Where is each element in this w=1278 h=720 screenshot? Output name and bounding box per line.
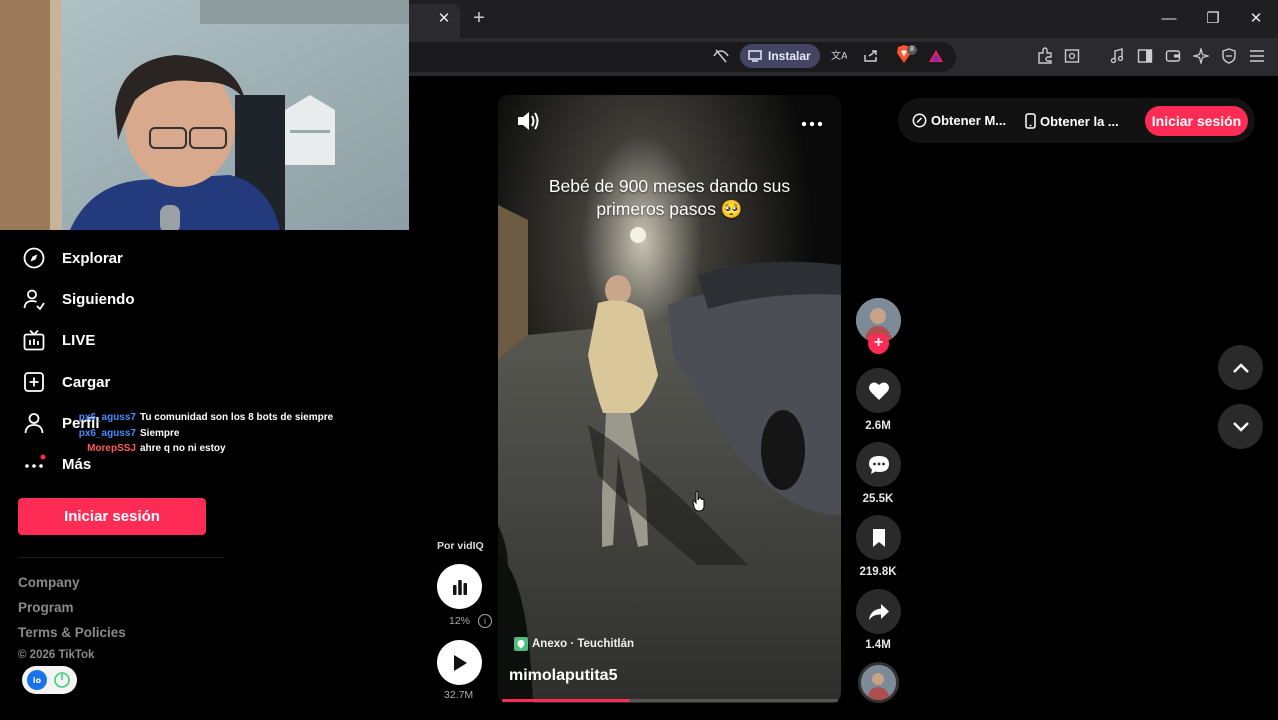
install-label: Instalar xyxy=(768,49,811,63)
chat-text: ahre q no ni estoy xyxy=(140,443,226,454)
bookmark-icon xyxy=(872,528,885,547)
video-caption: Bebé de 900 meses dando sus primeros pas… xyxy=(548,176,791,219)
share-icon[interactable] xyxy=(860,45,882,67)
play-icon xyxy=(453,654,467,671)
more-options-icon[interactable] xyxy=(800,116,824,127)
sidebar-item-cargar[interactable]: Cargar xyxy=(22,367,110,397)
window-minimize-button[interactable]: — xyxy=(1158,8,1180,30)
extension-toggle[interactable]: io xyxy=(22,666,77,694)
save-count: 219.8K xyxy=(859,566,897,578)
monitor-icon xyxy=(748,50,762,62)
get-app-link[interactable]: Obtener la ... xyxy=(1025,113,1119,129)
play-button[interactable] xyxy=(437,640,482,685)
compass-icon xyxy=(23,247,45,269)
phone-icon xyxy=(1025,113,1036,129)
chat-username: MorepSSJ xyxy=(87,443,136,454)
comment-button[interactable] xyxy=(856,442,901,487)
stream-chat-overlay: px6_aguss7 Tu comunidad son los 8 bots de… xyxy=(60,410,333,457)
sidebar-item-label: Cargar xyxy=(62,373,111,391)
sidebar-divider xyxy=(18,557,224,558)
sidebar-item-label: LIVE xyxy=(62,331,96,349)
vidiq-percent: 12% xyxy=(449,615,471,627)
like-count: 2.6M xyxy=(865,420,891,432)
brave-rewards-icon[interactable] xyxy=(925,45,947,67)
upload-plus-icon xyxy=(24,372,44,392)
more-dots-icon xyxy=(25,454,46,468)
chat-text: Siempre xyxy=(140,427,180,439)
comment-icon xyxy=(868,455,889,474)
window-maximize-button[interactable]: ❐ xyxy=(1202,8,1224,30)
video-progress-fill xyxy=(502,699,630,702)
live-tv-icon xyxy=(23,329,45,351)
video-progress-bar[interactable] xyxy=(502,699,838,702)
chat-message: px6_aguss7 Siempre xyxy=(60,426,333,442)
save-button[interactable] xyxy=(856,515,901,560)
heart-icon xyxy=(868,381,889,400)
view-count: 32.7M xyxy=(444,689,474,701)
chat-username: px6_aguss7 xyxy=(78,412,136,423)
get-coins-label: Obtener M... xyxy=(931,113,1007,128)
next-video-button[interactable] xyxy=(1218,404,1263,449)
sidebar-login-button[interactable]: Iniciar sesión xyxy=(18,498,206,535)
get-coins-link[interactable]: Obtener M... xyxy=(912,113,1006,128)
chat-message: MorepSSJ ahre q no ni estoy xyxy=(60,441,333,457)
leo-ai-icon[interactable] xyxy=(1190,45,1212,67)
get-app-label: Obtener la ... xyxy=(1040,113,1119,129)
like-button[interactable] xyxy=(856,368,901,413)
menu-hamburger-icon[interactable] xyxy=(1246,45,1268,67)
video-location[interactable]: Anexo · Teuchitlán xyxy=(514,636,634,652)
chevron-down-icon xyxy=(1232,421,1249,432)
vidiq-label: Por vidIQ xyxy=(437,540,484,552)
sidebar-item-live[interactable]: LIVE xyxy=(22,325,95,355)
reader-icon[interactable] xyxy=(1061,45,1083,67)
vidiq-stats-button[interactable] xyxy=(437,564,482,609)
chat-text: Tu comunidad son los 8 bots de siempre xyxy=(140,412,334,423)
share-count: 1.4M xyxy=(865,639,891,651)
chat-message: px6_aguss7 Tu comunidad son los 8 bots de… xyxy=(60,410,333,426)
bar-chart-icon xyxy=(452,579,467,595)
copyright-text: © 2026 TikTok xyxy=(18,649,95,661)
volume-icon[interactable] xyxy=(516,110,540,132)
sidebar-item-siguiendo[interactable]: Siguiendo xyxy=(22,284,135,314)
install-app-button[interactable]: Instalar xyxy=(740,44,820,68)
mouse-cursor xyxy=(692,490,706,512)
translate-off-icon[interactable] xyxy=(710,45,732,67)
chevron-up-icon xyxy=(1232,362,1249,373)
comment-count: 25.5K xyxy=(862,493,894,505)
sidebar-item-explorar[interactable]: Explorar xyxy=(22,243,123,273)
person-icon xyxy=(24,413,44,434)
sidebar-item-label: Siguiendo xyxy=(62,290,135,308)
shields-count-badge: 8 xyxy=(907,45,917,55)
new-tab-button[interactable]: + xyxy=(468,8,490,30)
info-icon[interactable]: i xyxy=(478,614,492,628)
webcam-feed xyxy=(0,0,409,230)
location-pin-icon xyxy=(514,637,528,651)
footer-link-program[interactable]: Program xyxy=(18,600,74,615)
sidebar-item-label: Explorar xyxy=(62,249,123,267)
location-label: Anexo · Teuchitlán xyxy=(532,638,635,650)
sidebar-toggle-icon[interactable] xyxy=(1134,45,1156,67)
header-login-button[interactable]: Iniciar sesión xyxy=(1145,106,1248,136)
media-music-icon[interactable] xyxy=(1106,45,1128,67)
window-close-button[interactable]: ✕ xyxy=(1245,8,1267,30)
share-button[interactable] xyxy=(856,589,901,634)
previous-video-button[interactable] xyxy=(1218,345,1263,390)
coin-icon xyxy=(912,113,927,128)
vpn-shield-icon[interactable] xyxy=(1218,45,1240,67)
translate-icon[interactable]: 文A xyxy=(828,45,850,67)
chat-username: px6_aguss7 xyxy=(78,427,136,439)
footer-link-company[interactable]: Company xyxy=(18,575,80,590)
svg-text:文A: 文A xyxy=(831,49,847,62)
user-follow-icon xyxy=(23,289,45,311)
tab-close-icon[interactable]: ✕ xyxy=(434,9,454,29)
video-author[interactable]: mimolaputita5 xyxy=(509,667,617,685)
share-arrow-icon xyxy=(868,603,889,620)
svg-text:io: io xyxy=(33,676,42,685)
extensions-icon[interactable] xyxy=(1034,45,1056,67)
follow-plus-button[interactable]: + xyxy=(868,333,889,354)
sidebar-item-label: Más xyxy=(62,455,92,473)
wallet-icon[interactable] xyxy=(1162,45,1184,67)
footer-link-terms[interactable]: Terms & Policies xyxy=(18,625,126,640)
sound-disc[interactable] xyxy=(858,662,899,703)
